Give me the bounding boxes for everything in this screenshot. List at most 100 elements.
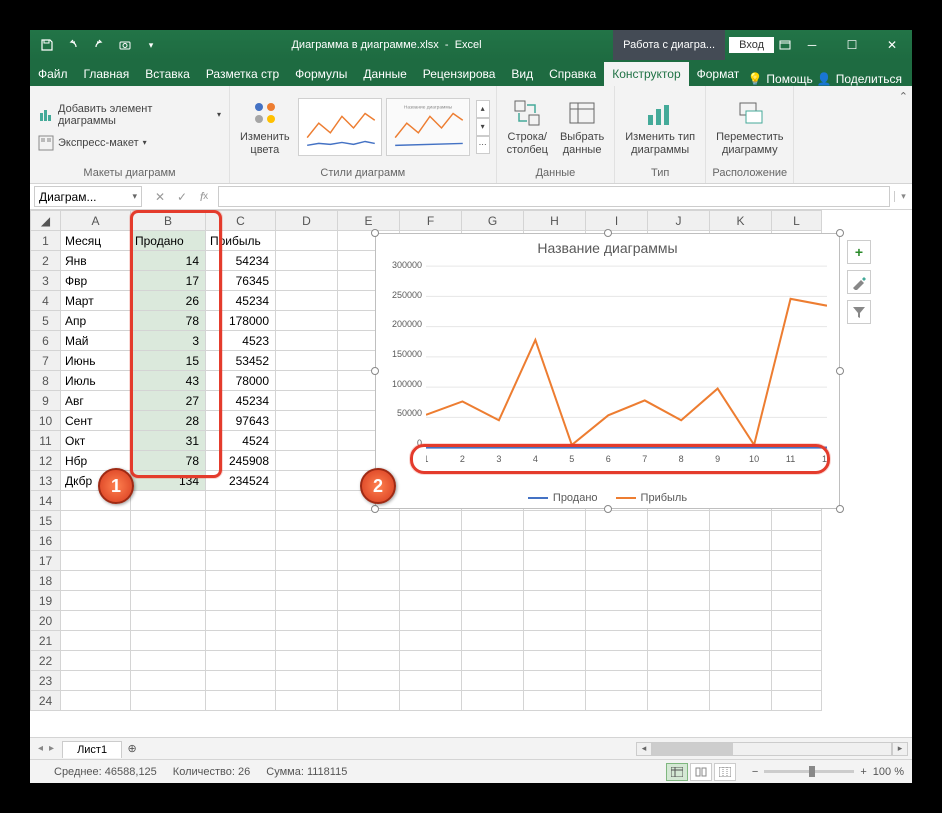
tab-file[interactable]: Файл xyxy=(30,62,76,86)
cell[interactable] xyxy=(586,591,648,611)
cell[interactable] xyxy=(131,511,206,531)
cell[interactable] xyxy=(276,691,338,711)
col-header[interactable]: B xyxy=(131,211,206,231)
view-page-break-button[interactable] xyxy=(714,763,736,781)
cell[interactable] xyxy=(131,671,206,691)
chart-elements-button[interactable]: + xyxy=(847,240,871,264)
tab-format[interactable]: Формат xyxy=(689,62,748,86)
cell[interactable] xyxy=(772,671,822,691)
cell[interactable] xyxy=(462,511,524,531)
cell[interactable] xyxy=(648,611,710,631)
row-header[interactable]: 7 xyxy=(31,351,61,371)
cell[interactable] xyxy=(772,511,822,531)
resize-handle[interactable] xyxy=(836,367,844,375)
resize-handle[interactable] xyxy=(371,229,379,237)
col-header[interactable]: A xyxy=(61,211,131,231)
cell[interactable] xyxy=(524,631,586,651)
hscroll-track[interactable] xyxy=(652,742,892,756)
cell[interactable] xyxy=(772,691,822,711)
cell[interactable] xyxy=(276,671,338,691)
cell[interactable] xyxy=(61,511,131,531)
cell[interactable] xyxy=(206,631,276,651)
cell[interactable] xyxy=(524,571,586,591)
cell[interactable] xyxy=(586,511,648,531)
chart-filter-button[interactable] xyxy=(847,300,871,324)
ribbon-display-icon[interactable] xyxy=(778,38,792,52)
maximize-button[interactable]: ☐ xyxy=(832,30,872,60)
row-header[interactable]: 6 xyxy=(31,331,61,351)
cell[interactable]: Май xyxy=(61,331,131,351)
cell[interactable]: Фвр xyxy=(61,271,131,291)
cell[interactable] xyxy=(400,571,462,591)
cell[interactable] xyxy=(276,431,338,451)
cell[interactable] xyxy=(131,591,206,611)
cell[interactable] xyxy=(338,651,400,671)
styles-scroll-up[interactable]: ▴ xyxy=(476,100,490,118)
cell[interactable] xyxy=(276,251,338,271)
cell[interactable] xyxy=(586,551,648,571)
cell[interactable] xyxy=(276,411,338,431)
resize-handle[interactable] xyxy=(836,229,844,237)
cell[interactable] xyxy=(276,471,338,491)
cell[interactable] xyxy=(276,231,338,251)
col-header[interactable]: K xyxy=(710,211,772,231)
row-header[interactable]: 10 xyxy=(31,411,61,431)
row-header[interactable]: 13 xyxy=(31,471,61,491)
zoom-in-button[interactable]: + xyxy=(860,766,866,778)
cell[interactable] xyxy=(61,571,131,591)
cell[interactable]: 134 xyxy=(131,471,206,491)
zoom-slider[interactable] xyxy=(764,770,854,773)
cell[interactable] xyxy=(276,571,338,591)
cell[interactable]: 17 xyxy=(131,271,206,291)
col-header[interactable]: H xyxy=(524,211,586,231)
cell[interactable] xyxy=(276,611,338,631)
hscroll-left[interactable]: ◂ xyxy=(636,742,652,756)
cell[interactable] xyxy=(338,631,400,651)
cell[interactable]: 97643 xyxy=(206,411,276,431)
qat-dropdown-icon[interactable]: ▾ xyxy=(140,34,162,56)
cell[interactable] xyxy=(276,651,338,671)
cell[interactable] xyxy=(276,511,338,531)
cell[interactable] xyxy=(648,511,710,531)
add-chart-element-button[interactable]: Добавить элемент диаграммы ▾ xyxy=(36,101,223,129)
cell[interactable]: 15 xyxy=(131,351,206,371)
cell[interactable] xyxy=(61,591,131,611)
cell[interactable] xyxy=(772,591,822,611)
cell[interactable] xyxy=(400,611,462,631)
cell[interactable] xyxy=(524,611,586,631)
row-header[interactable]: 9 xyxy=(31,391,61,411)
cell[interactable] xyxy=(710,531,772,551)
row-header[interactable]: 8 xyxy=(31,371,61,391)
row-header[interactable]: 21 xyxy=(31,631,61,651)
cell[interactable] xyxy=(338,591,400,611)
move-chart-button[interactable]: Переместить диаграмму xyxy=(712,95,787,157)
cell[interactable] xyxy=(462,651,524,671)
cell[interactable] xyxy=(206,591,276,611)
resize-handle[interactable] xyxy=(604,505,612,513)
cell[interactable]: Прибыль xyxy=(206,231,276,251)
row-header[interactable]: 4 xyxy=(31,291,61,311)
cell[interactable] xyxy=(586,631,648,651)
cell[interactable]: Апр xyxy=(61,311,131,331)
resize-handle[interactable] xyxy=(604,229,612,237)
cell[interactable] xyxy=(710,691,772,711)
tab-help[interactable]: Справка xyxy=(541,62,604,86)
cell[interactable]: Месяц xyxy=(61,231,131,251)
add-sheet-button[interactable]: ⊕ xyxy=(122,742,142,755)
cell[interactable] xyxy=(276,591,338,611)
cell[interactable]: 178000 xyxy=(206,311,276,331)
cell[interactable] xyxy=(772,631,822,651)
cell[interactable] xyxy=(276,271,338,291)
cell[interactable] xyxy=(131,531,206,551)
cell[interactable] xyxy=(772,531,822,551)
cell[interactable]: Июль xyxy=(61,371,131,391)
sheet-nav-first-icon[interactable]: ◂ xyxy=(36,743,45,754)
cell[interactable] xyxy=(462,611,524,631)
cell[interactable]: 78000 xyxy=(206,371,276,391)
col-header[interactable]: E xyxy=(338,211,400,231)
cell[interactable] xyxy=(61,651,131,671)
cell[interactable] xyxy=(648,651,710,671)
cell[interactable] xyxy=(400,691,462,711)
chart-legend[interactable]: Продано Прибыль xyxy=(376,492,839,504)
cell[interactable] xyxy=(400,531,462,551)
